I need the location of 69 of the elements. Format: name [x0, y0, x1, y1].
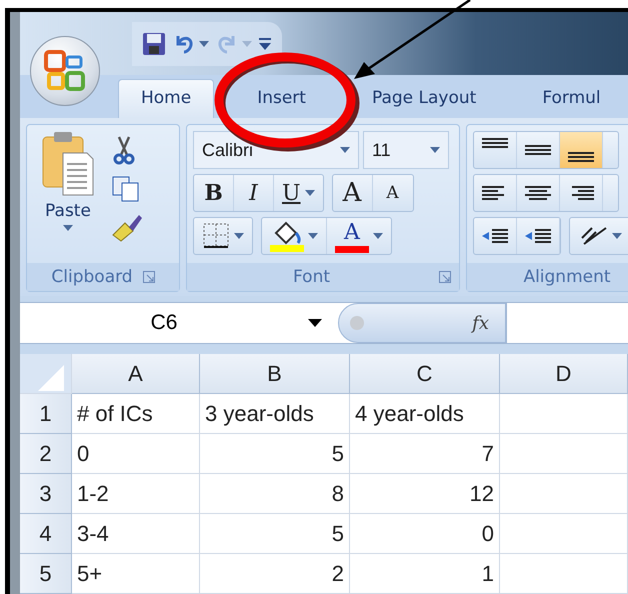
customize-icon: [258, 36, 272, 52]
align-icon: [482, 138, 508, 148]
row-header[interactable]: 3: [20, 474, 72, 514]
caret-icon: [308, 319, 322, 327]
underline-button[interactable]: U: [274, 175, 323, 211]
italic-button[interactable]: I: [234, 175, 274, 211]
table-cell: 3-4: [72, 514, 200, 554]
table-cell: 4 year-olds: [350, 394, 500, 434]
handle-icon[interactable]: [349, 315, 365, 331]
shrink-font-button[interactable]: A: [372, 175, 413, 211]
group-label: Font: [293, 267, 330, 287]
caret-icon: [612, 233, 622, 239]
table-cell: 1-2: [72, 474, 200, 514]
indent-icon: [525, 229, 551, 243]
row-header[interactable]: 1: [20, 394, 72, 434]
ribbon-tab[interactable]: Page Layout: [348, 79, 500, 118]
save-icon: [142, 32, 166, 56]
table-cell: 0: [350, 514, 500, 554]
table-cell: 2: [200, 554, 350, 594]
customize-button[interactable]: [258, 36, 272, 52]
caret-icon: [234, 233, 244, 239]
table-cell: 1: [350, 554, 500, 594]
corner-icon: [36, 363, 66, 393]
row-header[interactable]: 4: [20, 514, 72, 554]
caret-icon: [430, 147, 440, 153]
caret-icon: [199, 40, 209, 46]
caret-icon: [304, 190, 315, 196]
align-button[interactable]: [560, 132, 603, 168]
paint-bucket-icon: [272, 220, 302, 244]
caret-icon: [308, 233, 318, 239]
indent-icon: [482, 229, 508, 243]
group-label: Clipboard: [51, 267, 133, 287]
save-button[interactable]: [142, 32, 166, 56]
table-cell: 3 year-olds: [200, 394, 350, 434]
table-cell: 8: [200, 474, 350, 514]
insert-function-button[interactable]: fx: [466, 312, 495, 334]
scissors-icon[interactable]: [111, 135, 137, 165]
table-cell: 5: [200, 434, 350, 474]
bold-button[interactable]: B: [194, 175, 234, 211]
borders-icon: [202, 222, 230, 250]
ribbon-tab[interactable]: Home: [118, 79, 214, 118]
grow-font-button[interactable]: A: [332, 175, 373, 211]
table-cell: 7: [350, 434, 500, 474]
paste-button[interactable]: Paste: [33, 131, 103, 257]
ribbon-tab[interactable]: Formul: [519, 79, 624, 118]
row-header[interactable]: 2: [20, 434, 72, 474]
table-cell: 5+: [72, 554, 200, 594]
column-header[interactable]: D: [500, 354, 628, 394]
group-label: Alignment: [523, 267, 611, 287]
table-cell: # of ICs: [72, 394, 200, 434]
align-icon: [525, 145, 551, 155]
brush-icon[interactable]: [111, 213, 143, 243]
caret-icon: [373, 233, 383, 239]
font-size-field[interactable]: 11: [363, 131, 449, 169]
table-cell: 0: [72, 434, 200, 474]
table-cell: 12: [350, 474, 500, 514]
column-header[interactable]: C: [350, 354, 500, 394]
office-logo-icon: [43, 49, 87, 93]
caret-icon: [340, 147, 350, 153]
clipboard-icon: [41, 131, 95, 197]
caret-icon: [242, 40, 252, 46]
align-icon: [525, 186, 551, 200]
copy-icon[interactable]: [111, 175, 141, 203]
align-icon: [568, 152, 594, 162]
column-header[interactable]: A: [72, 354, 200, 394]
table-cell: 5: [200, 514, 350, 554]
caret-icon: [63, 225, 73, 231]
row-header[interactable]: 5: [20, 554, 72, 594]
column-header[interactable]: B: [200, 354, 350, 394]
